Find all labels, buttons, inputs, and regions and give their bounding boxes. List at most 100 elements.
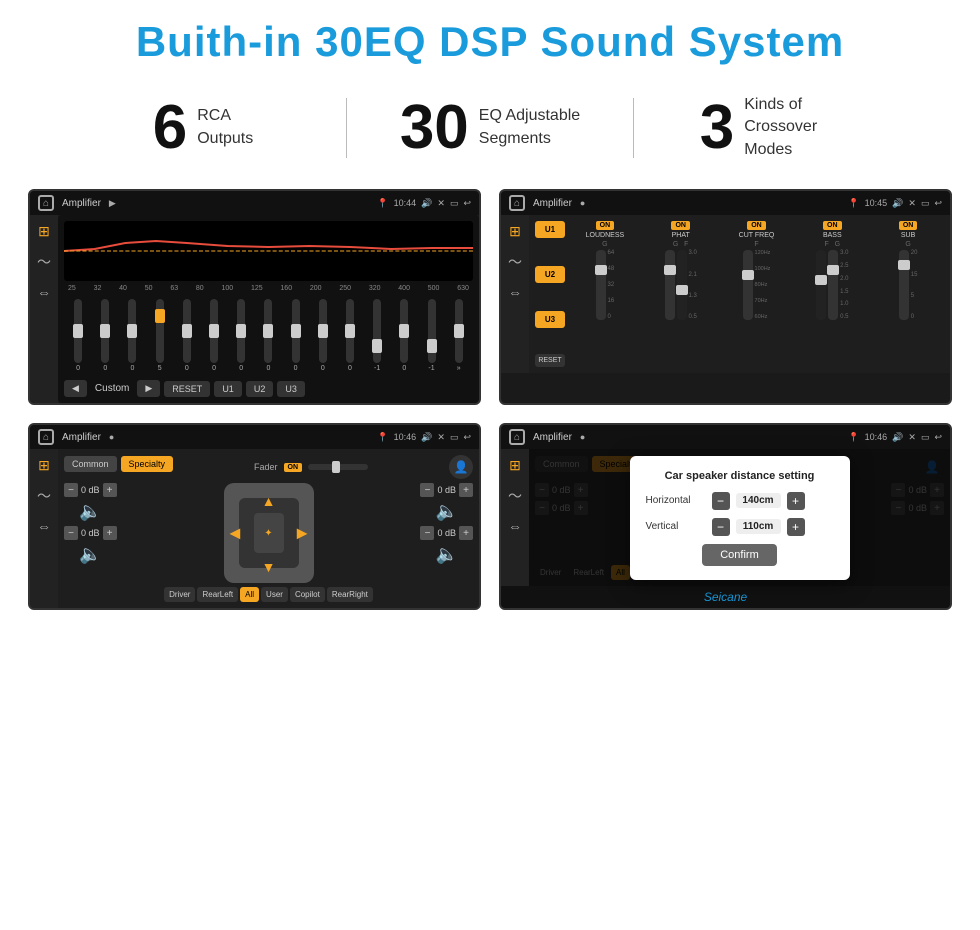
arrow-down-icon[interactable]: ▼: [262, 559, 276, 575]
status-icons-3: 📍 10:46 🔊 ✕ ▭ ↩: [377, 432, 471, 443]
screen2-inner: ⊞ 〜 ⇔ U1 U2 U3 RESET: [501, 215, 950, 373]
speaker-icon-right-bottom: 🔈: [420, 544, 473, 565]
prev-btn[interactable]: ◀: [64, 380, 87, 397]
amp-layout: U1 U2 U3 RESET ON: [535, 221, 944, 367]
u3-btn-2[interactable]: U3: [535, 311, 565, 328]
wave-icon-1[interactable]: 〜: [37, 252, 51, 272]
common-header: Common Specialty Fader ON 👤: [64, 455, 473, 479]
loudness-on: ON: [596, 221, 615, 230]
reset-btn-2[interactable]: RESET: [535, 354, 565, 367]
rb-plus[interactable]: +: [459, 526, 473, 540]
confirm-button[interactable]: Confirm: [702, 544, 777, 566]
watermark: Seicane: [501, 586, 950, 608]
u1-btn-1[interactable]: U1: [214, 381, 242, 397]
eq-icon-3[interactable]: ⊞: [38, 457, 50, 474]
user-icon-btn-3[interactable]: 👤: [449, 455, 473, 479]
wave-icon-3[interactable]: 〜: [37, 486, 51, 506]
home-icon-3[interactable]: [38, 429, 54, 445]
home-icon-2[interactable]: [509, 195, 525, 211]
eq-freq-labels: 2532 4050 6380 100125 160200 250320 4005…: [64, 285, 473, 292]
close-icon-2: ✕: [908, 198, 916, 209]
car-diagram: ✦ ▲ ▼ ◀ ▶: [224, 483, 314, 583]
eq-slider-7: 0: [264, 299, 272, 372]
u1-btn-2[interactable]: U1: [535, 221, 565, 238]
all-btn[interactable]: All: [240, 587, 259, 602]
arrow-right-icon[interactable]: ▶: [297, 525, 308, 542]
page-title: Buith-in 30EQ DSP Sound System: [0, 0, 980, 76]
speaker-layout-3: − 0 dB + 🔈 − 0 dB + 🔈: [64, 483, 473, 602]
rear-right-btn[interactable]: RearRight: [327, 587, 373, 602]
phat-on: ON: [671, 221, 690, 230]
tab-specialty-3[interactable]: Specialty: [121, 456, 174, 472]
side-strip-2: ⊞ 〜 ⇔: [501, 215, 529, 373]
bass-label: BASS: [823, 232, 842, 239]
driver-btn[interactable]: Driver: [164, 587, 195, 602]
lt-minus[interactable]: −: [64, 483, 78, 497]
eq-slider-8: 0: [292, 299, 300, 372]
copilot-btn[interactable]: Copilot: [290, 587, 325, 602]
stat-label-rca: RCAOutputs: [197, 105, 253, 150]
rt-minus[interactable]: −: [420, 483, 434, 497]
time-3: 10:46: [394, 432, 417, 442]
rear-left-btn[interactable]: RearLeft: [197, 587, 238, 602]
arrow-up-icon[interactable]: ▲: [262, 493, 276, 509]
amp-channels: ON LOUDNESS G 64 48: [569, 221, 944, 367]
arrows-icon-1[interactable]: ⇔: [37, 284, 51, 300]
eq-icon-2[interactable]: ⊞: [509, 223, 521, 240]
wave-icon-2[interactable]: 〜: [508, 252, 522, 272]
vertical-plus[interactable]: +: [787, 518, 805, 536]
arrows-icon-3[interactable]: ⇔: [37, 518, 51, 534]
speaker-icon-4: 🔊: [892, 432, 903, 443]
loudness-channel: ON LOUDNESS G 64 48: [569, 221, 641, 367]
eq-graph: [64, 221, 473, 281]
rb-minus[interactable]: −: [420, 526, 434, 540]
lb-minus[interactable]: −: [64, 526, 78, 540]
eq-slider-6: 0: [237, 299, 245, 372]
rt-plus[interactable]: +: [459, 483, 473, 497]
eq-curve-svg: [64, 221, 473, 281]
vertical-minus[interactable]: −: [712, 518, 730, 536]
screen4-inner: ⊞ 〜 ⇔ Common Specialty Fader ON: [501, 449, 950, 586]
common-content: Common Specialty Fader ON 👤: [58, 449, 479, 608]
dialog-vertical-row: Vertical − 110cm +: [646, 518, 834, 536]
location-icon-2: 📍: [848, 198, 859, 209]
horizontal-label: Horizontal: [646, 495, 706, 506]
location-icon-3: 📍: [377, 432, 388, 443]
side-strip-3: ⊞ 〜 ⇔: [30, 449, 58, 608]
rt-value: 0 dB: [437, 485, 456, 495]
arrows-icon-2[interactable]: ⇔: [508, 284, 522, 300]
eq-slider-11: -1: [373, 299, 381, 372]
eq-slider-3: 5: [156, 299, 164, 372]
home-icon-4[interactable]: [509, 429, 525, 445]
u3-btn-1[interactable]: U3: [277, 381, 305, 397]
lt-plus[interactable]: +: [103, 483, 117, 497]
home-icon-1[interactable]: [38, 195, 54, 211]
tab-row-3: Common Specialty: [64, 456, 173, 472]
back-icon-2: ↩: [934, 198, 942, 209]
user-btn[interactable]: User: [261, 587, 288, 602]
arrow-left-icon[interactable]: ◀: [230, 525, 241, 542]
wave-icon-4[interactable]: 〜: [508, 486, 522, 506]
eq-icon-4[interactable]: ⊞: [509, 457, 521, 474]
u2-btn-1[interactable]: U2: [246, 381, 274, 397]
fader-on-3: ON: [284, 463, 303, 472]
next-btn[interactable]: ▶: [137, 380, 160, 397]
lt-value: 0 dB: [81, 485, 100, 495]
u2-btn-2[interactable]: U2: [535, 266, 565, 283]
tab-common-3[interactable]: Common: [64, 456, 117, 472]
eq-slider-2: 0: [128, 299, 136, 372]
fader-slider-3[interactable]: [308, 464, 368, 470]
reset-btn-1[interactable]: RESET: [164, 381, 210, 397]
dialog-box: Car speaker distance setting Horizontal …: [630, 456, 850, 580]
screen2-title: Amplifier: [533, 198, 572, 209]
horizontal-minus[interactable]: −: [712, 492, 730, 510]
eq-icon-1[interactable]: ⊞: [38, 223, 50, 240]
window-icon-4: ▭: [921, 432, 930, 443]
arrows-icon-4[interactable]: ⇔: [508, 518, 522, 534]
right-channels: − 0 dB + 🔈 − 0 dB + 🔈: [420, 483, 473, 602]
stat-rca: 6 RCAOutputs: [60, 97, 346, 159]
close-icon-4: ✕: [908, 432, 916, 443]
screen4-main: Common Specialty Fader ON 👤: [529, 449, 950, 586]
horizontal-plus[interactable]: +: [787, 492, 805, 510]
lb-plus[interactable]: +: [103, 526, 117, 540]
